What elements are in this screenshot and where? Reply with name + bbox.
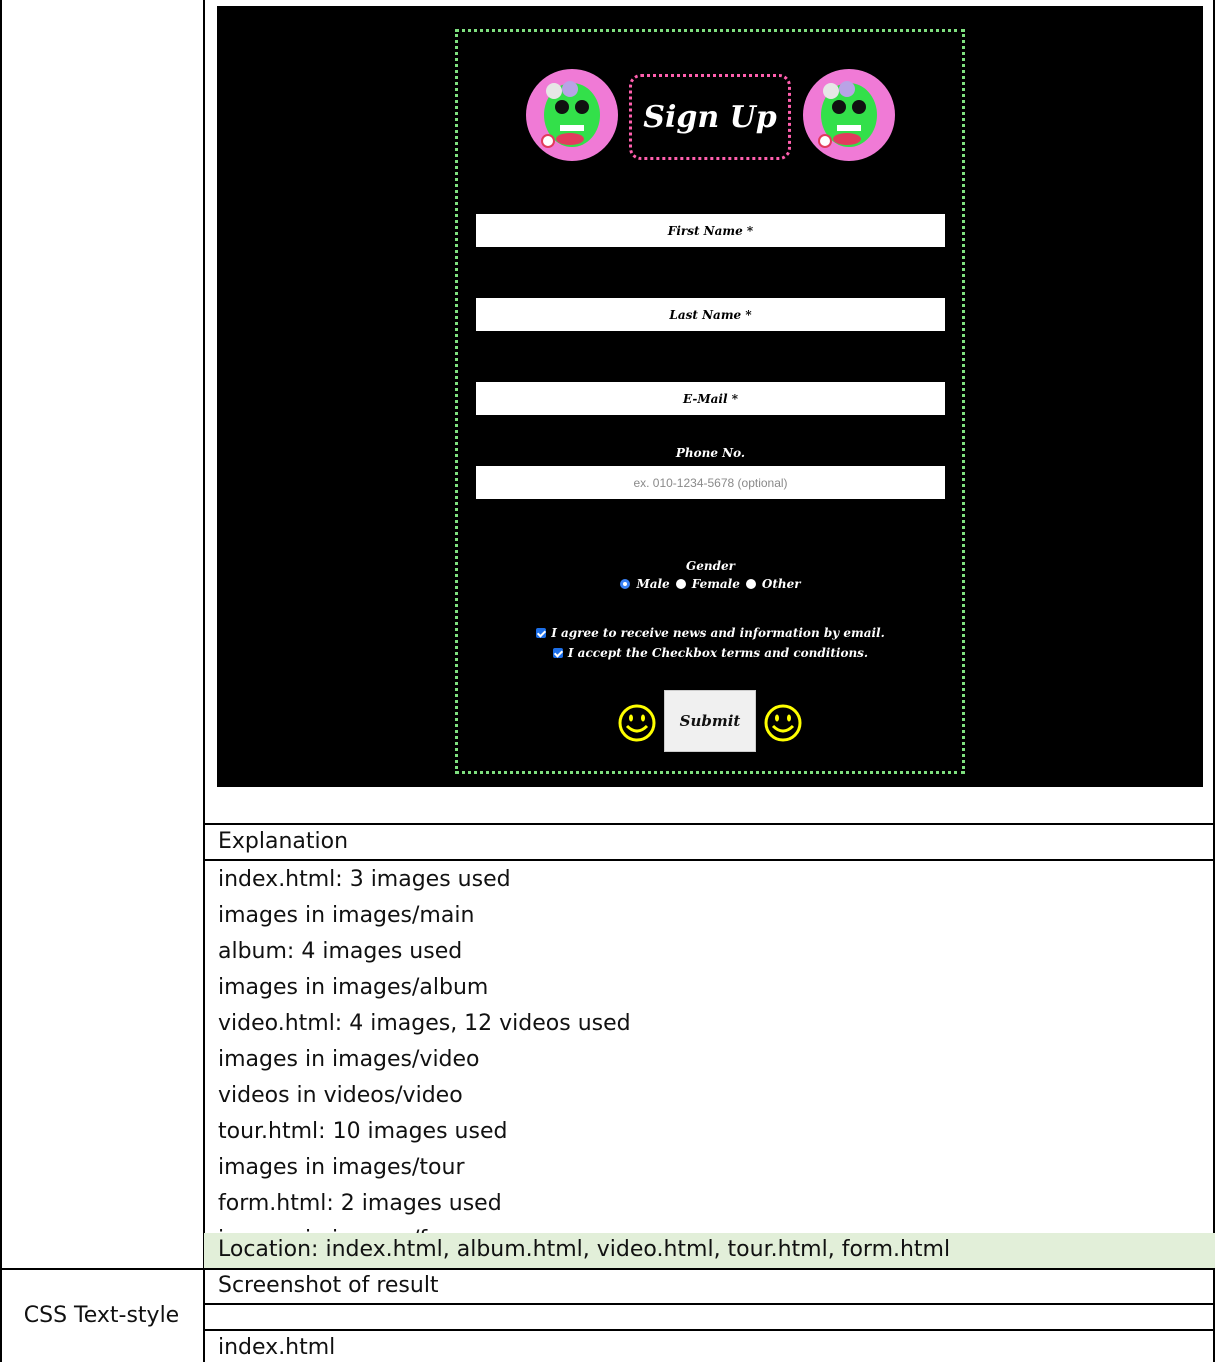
- email-field[interactable]: E-Mail *: [476, 382, 945, 415]
- skull-avatar-right: [803, 69, 895, 161]
- radio-label-female: Female: [691, 577, 740, 591]
- radio-other[interactable]: [745, 579, 756, 589]
- explanation-line: images in images/album: [218, 975, 489, 1000]
- first-name-field[interactable]: First Name *: [476, 214, 945, 247]
- table-column-divider: [203, 0, 205, 1362]
- page-title: Sign Up: [643, 99, 777, 135]
- explanation-line: images in images/tour: [218, 1155, 465, 1180]
- row-divider: [203, 1329, 1215, 1331]
- explanation-heading: Explanation: [218, 829, 349, 854]
- file-label: index.html: [218, 1335, 336, 1360]
- radio-label-other: Other: [761, 577, 801, 591]
- checkbox-row-news: I agree to receive news and information …: [476, 626, 945, 640]
- explanation-line: video.html: 4 images, 12 videos used: [218, 1011, 631, 1036]
- skull-avatar-left: [526, 69, 618, 161]
- css-section-label: CSS Text-style: [23, 1303, 180, 1328]
- explanation-line: index.html: 3 images used: [218, 867, 511, 892]
- explanation-line: images in images/main: [218, 903, 475, 928]
- signup-form-screenshot: Sign Up First Name * Last Name * E-Mail …: [217, 6, 1203, 787]
- radio-label-male: Male: [636, 577, 670, 591]
- row-divider: [203, 859, 1215, 861]
- phone-field[interactable]: ex. 010-1234-5678 (optional): [476, 466, 945, 499]
- row-divider: [0, 1268, 1215, 1270]
- screenshot-heading: Screenshot of result: [218, 1273, 439, 1298]
- explanation-line: images in images/video: [218, 1047, 480, 1072]
- phone-label: Phone No.: [675, 446, 746, 460]
- title-box: Sign Up: [629, 74, 791, 160]
- news-checkbox[interactable]: [536, 628, 547, 638]
- gender-radio-group: Male Female Other: [476, 577, 945, 591]
- submit-button[interactable]: Submit: [664, 690, 756, 752]
- radio-female[interactable]: [675, 579, 686, 589]
- explanation-line: form.html: 2 images used: [218, 1191, 502, 1216]
- row-divider: [203, 823, 1215, 825]
- smiley-icon: [764, 704, 802, 742]
- news-checkbox-label: I agree to receive news and information …: [551, 626, 885, 640]
- radio-male[interactable]: [620, 579, 631, 589]
- checkbox-row-terms: I accept the Checkbox terms and conditio…: [476, 646, 945, 660]
- terms-checkbox-label: I accept the Checkbox terms and conditio…: [567, 646, 869, 660]
- last-name-field[interactable]: Last Name *: [476, 298, 945, 331]
- terms-checkbox[interactable]: [552, 648, 563, 658]
- location-text: Location: index.html, album.html, video.…: [218, 1237, 951, 1262]
- explanation-line: tour.html: 10 images used: [218, 1119, 508, 1144]
- table-left-border: [0, 0, 2, 1362]
- smiley-icon: [618, 704, 656, 742]
- explanation-line: videos in videos/video: [218, 1083, 463, 1108]
- explanation-line: album: 4 images used: [218, 939, 463, 964]
- gender-label: Gender: [686, 559, 735, 573]
